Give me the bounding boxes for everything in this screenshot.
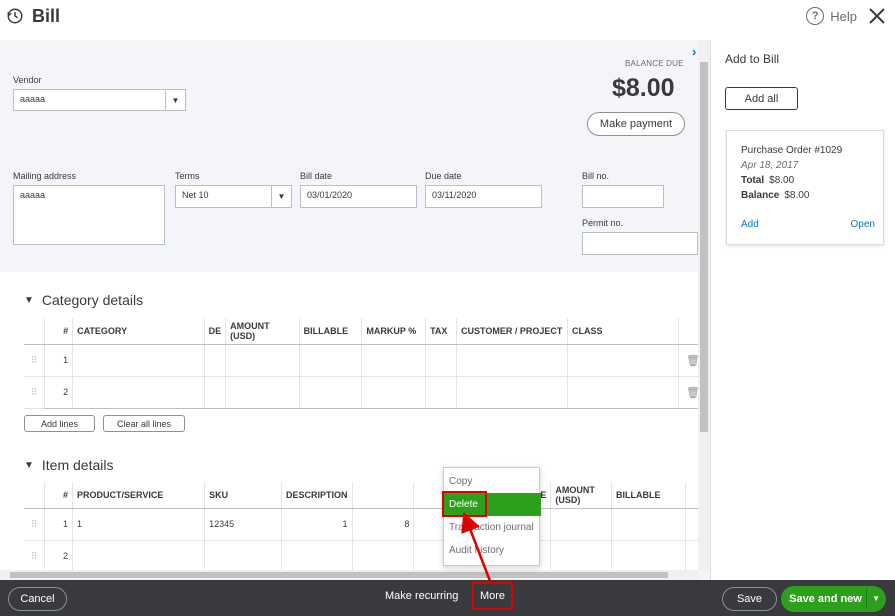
annotation-arrow-icon: [461, 511, 492, 582]
